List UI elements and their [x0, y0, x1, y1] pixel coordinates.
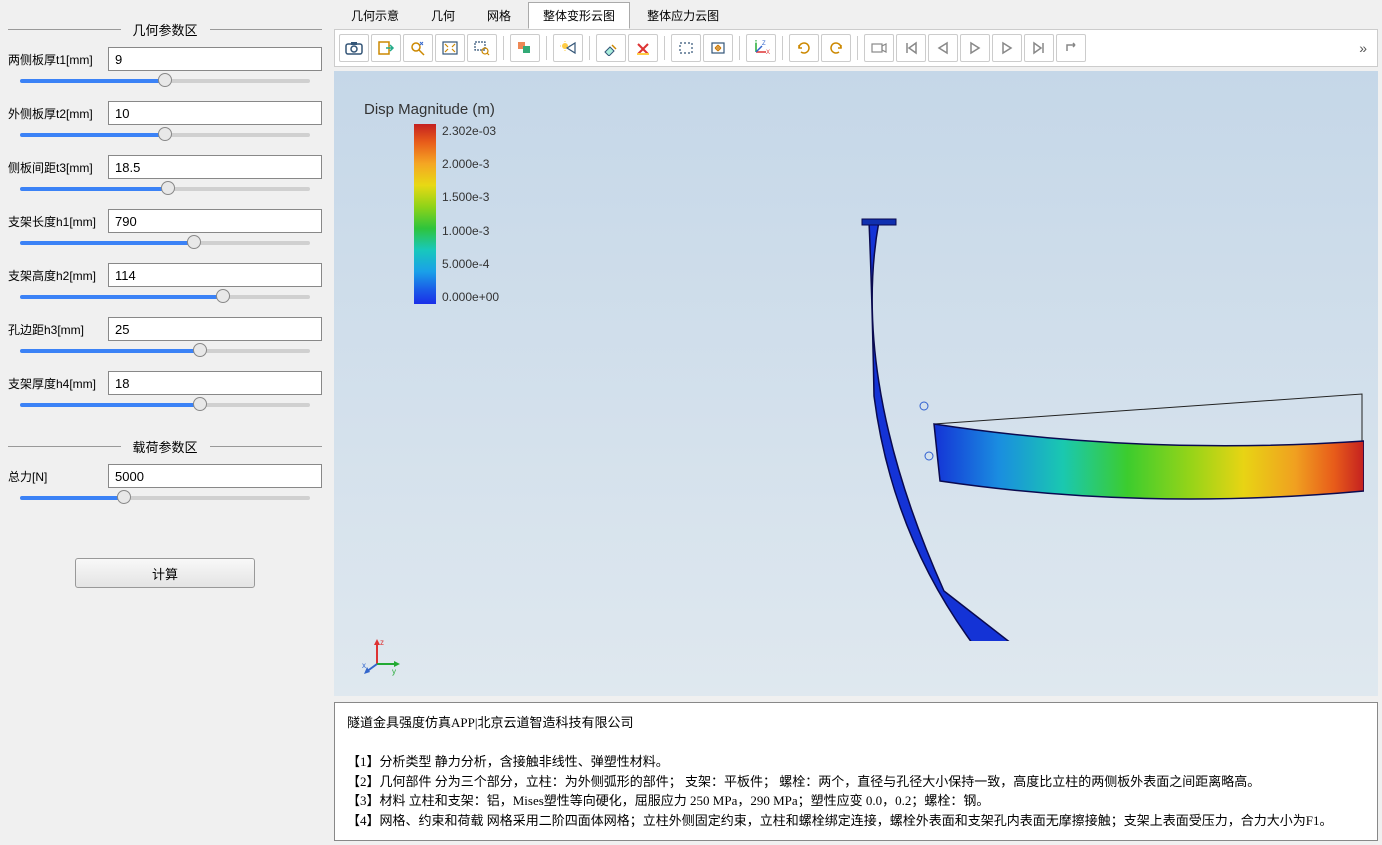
- legend-bar: [414, 124, 436, 304]
- slider-thumb-t2[interactable]: [158, 127, 172, 141]
- fit-view-icon[interactable]: [435, 34, 465, 62]
- next-frame-icon[interactable]: [992, 34, 1022, 62]
- label-F: 总力[N]: [8, 468, 108, 485]
- tab-geometry[interactable]: 几何: [416, 2, 470, 29]
- legend-value: 1.500e-3: [442, 190, 499, 204]
- input-h2[interactable]: [108, 263, 322, 287]
- info-line: 【4】网格、约束和荷载 网格采用二阶四面体网格；立柱外侧固定约束，立柱和螺栓绑定…: [347, 811, 1365, 831]
- last-frame-icon[interactable]: [1024, 34, 1054, 62]
- tab-geometry-schematic[interactable]: 几何示意: [336, 2, 414, 29]
- slider-thumb-F[interactable]: [117, 490, 131, 504]
- svg-text:X: X: [766, 50, 770, 56]
- input-t1[interactable]: [108, 47, 322, 71]
- display-mode-icon[interactable]: [510, 34, 540, 62]
- info-line: 【2】几何部件 分为三个部分，立柱：为外侧弧形的部件； 支架：平板件； 螺栓：两…: [347, 772, 1365, 792]
- label-h2: 支架高度h2[mm]: [8, 267, 108, 284]
- input-h1[interactable]: [108, 209, 322, 233]
- tab-stress[interactable]: 整体应力云图: [632, 2, 734, 29]
- input-h4[interactable]: [108, 371, 322, 395]
- slider-h4[interactable]: [20, 403, 310, 407]
- compute-button[interactable]: 计算: [75, 558, 255, 588]
- legend-value: 5.000e-4: [442, 257, 499, 271]
- play-icon[interactable]: [960, 34, 990, 62]
- camera-icon[interactable]: [339, 34, 369, 62]
- first-frame-icon[interactable]: [896, 34, 926, 62]
- select-window-icon[interactable]: [671, 34, 701, 62]
- rotate-ccw-icon[interactable]: [821, 34, 851, 62]
- slider-t2[interactable]: [20, 133, 310, 137]
- right-panel: 几何示意 几何 网格 整体变形云图 整体应力云图 Y XZ »: [330, 0, 1382, 845]
- info-line: 【1】分析类型 静力分析，含接触非线性、弹塑性材料。: [347, 752, 1365, 772]
- toolbar-overflow-icon[interactable]: »: [1353, 40, 1373, 56]
- left-panel: 几何参数区 两侧板厚t1[mm] 外侧板厚t2[mm] 侧板间距t3[mm] 支…: [0, 0, 330, 845]
- tabs: 几何示意 几何 网格 整体变形云图 整体应力云图: [330, 0, 1382, 29]
- slider-thumb-t3[interactable]: [161, 181, 175, 195]
- legend-value: 2.302e-03: [442, 124, 499, 138]
- tab-mesh[interactable]: 网格: [472, 2, 526, 29]
- delete-icon[interactable]: [628, 34, 658, 62]
- rotate-cw-icon[interactable]: [789, 34, 819, 62]
- legend-value: 0.000e+00: [442, 290, 499, 304]
- label-t2: 外侧板厚t2[mm]: [8, 105, 108, 122]
- label-t1: 两侧板厚t1[mm]: [8, 51, 108, 68]
- slider-h1[interactable]: [20, 241, 310, 245]
- label-h1: 支架长度h1[mm]: [8, 213, 108, 230]
- svg-text:y: y: [392, 667, 396, 676]
- animation-camera-icon[interactable]: [864, 34, 894, 62]
- svg-text:z: z: [380, 638, 384, 647]
- slider-h3[interactable]: [20, 349, 310, 353]
- input-t2[interactable]: [108, 101, 322, 125]
- clear-icon[interactable]: [596, 34, 626, 62]
- pan-icon[interactable]: [703, 34, 733, 62]
- svg-text:Y: Y: [754, 40, 758, 45]
- label-h3: 孔边距h3[mm]: [8, 321, 108, 338]
- label-h4: 支架厚度h4[mm]: [8, 375, 108, 392]
- lighting-icon[interactable]: [553, 34, 583, 62]
- tab-deformation[interactable]: 整体变形云图: [528, 2, 630, 29]
- slider-h2[interactable]: [20, 295, 310, 299]
- svg-text:Z: Z: [762, 41, 766, 47]
- input-t3[interactable]: [108, 155, 322, 179]
- info-header: 隧道金具强度仿真APP|北京云道智造科技有限公司: [347, 713, 1365, 733]
- slider-thumb-h4[interactable]: [193, 397, 207, 411]
- export-icon[interactable]: [371, 34, 401, 62]
- zoom-window-icon[interactable]: [467, 34, 497, 62]
- loop-icon[interactable]: [1056, 34, 1086, 62]
- slider-thumb-h3[interactable]: [193, 343, 207, 357]
- color-legend: Disp Magnitude (m) 2.302e-03 2.000e-3 1.…: [364, 101, 499, 304]
- prev-frame-icon[interactable]: [928, 34, 958, 62]
- toolbar: Y XZ »: [334, 29, 1378, 67]
- geometry-section-title: 几何参数区: [8, 20, 322, 39]
- input-F[interactable]: [108, 464, 322, 488]
- slider-t1[interactable]: [20, 79, 310, 83]
- info-line: 【3】材料 立柱和支架：铝，Mises塑性等向硬化，屈服应力 250 MPa，2…: [347, 791, 1365, 811]
- legend-value: 1.000e-3: [442, 224, 499, 238]
- legend-title: Disp Magnitude (m): [364, 101, 499, 118]
- axis-triad-icon: z y x: [362, 636, 402, 676]
- input-h3[interactable]: [108, 317, 322, 341]
- zoom-icon[interactable]: [403, 34, 433, 62]
- slider-thumb-h2[interactable]: [216, 289, 230, 303]
- label-t3: 侧板间距t3[mm]: [8, 159, 108, 176]
- slider-thumb-h1[interactable]: [187, 235, 201, 249]
- svg-text:x: x: [362, 661, 366, 670]
- model-render: [584, 141, 1364, 641]
- load-section-title: 载荷参数区: [8, 437, 322, 456]
- legend-value: 2.000e-3: [442, 157, 499, 171]
- info-panel: 隧道金具强度仿真APP|北京云道智造科技有限公司 【1】分析类型 静力分析，含接…: [334, 702, 1378, 841]
- viewport[interactable]: Disp Magnitude (m) 2.302e-03 2.000e-3 1.…: [334, 71, 1378, 696]
- axes-icon[interactable]: Y XZ: [746, 34, 776, 62]
- slider-thumb-t1[interactable]: [158, 73, 172, 87]
- slider-t3[interactable]: [20, 187, 310, 191]
- slider-F[interactable]: [20, 496, 310, 500]
